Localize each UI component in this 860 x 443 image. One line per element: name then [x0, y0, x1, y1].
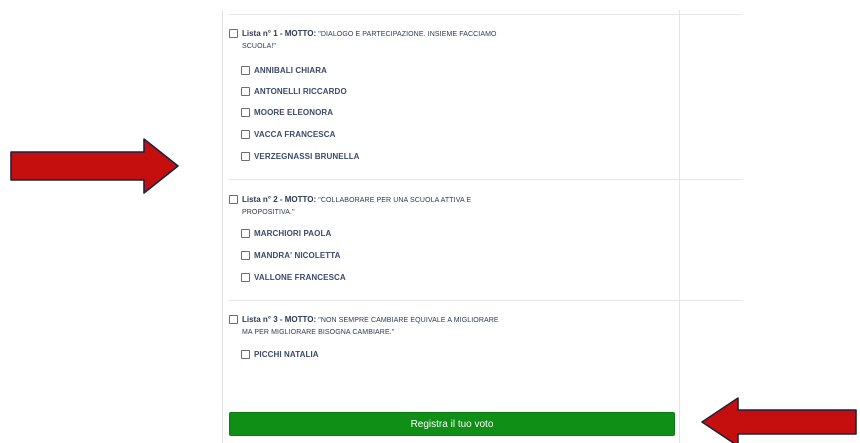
voting-page: Lista n° 1 - MOTTO: "DIALOGO E PARTECIPA… [0, 0, 860, 443]
candidate-option[interactable]: VERZEGNASSI BRUNELLA [241, 152, 360, 161]
candidate-checkbox[interactable] [241, 273, 250, 282]
candidate-name: PICCHI NATALIA [254, 350, 319, 359]
candidate-option[interactable]: ANNIBALI CHIARA [241, 66, 327, 75]
list-2-checkbox[interactable] [229, 195, 238, 204]
candidate-checkbox[interactable] [241, 130, 250, 139]
arrow-left-icon [701, 397, 857, 443]
candidate-option[interactable]: ANTONELLI RICCARDO [241, 87, 347, 96]
list-3-label: Lista n° 3 - MOTTO: [242, 315, 317, 324]
candidate-name: ANNIBALI CHIARA [254, 66, 328, 75]
candidate-option[interactable]: MARCHIORI PAOLA [241, 229, 331, 238]
candidate-name: VERZEGNASSI BRUNELLA [254, 152, 360, 161]
divider [229, 300, 743, 301]
submit-vote-button[interactable]: Registra il tuo voto [229, 412, 675, 436]
list-3-motto-line2: MA PER MIGLIORARE BISOGNA CAMBIARE." [242, 329, 395, 336]
list-2-label: Lista n° 2 - MOTTO: [242, 195, 317, 204]
candidate-checkbox[interactable] [241, 108, 250, 117]
candidate-name: MANDRA' NICOLETTA [254, 251, 341, 260]
candidate-name: ANTONELLI RICCARDO [254, 87, 347, 96]
arrow-right-icon [10, 138, 179, 194]
list-3-checkbox[interactable] [229, 315, 238, 324]
list-2-motto-line2: PROPOSITIVA." [242, 209, 295, 216]
candidate-checkbox[interactable] [241, 66, 250, 75]
candidate-name: MARCHIORI PAOLA [254, 229, 332, 238]
list-1-label: Lista n° 1 - MOTTO: [242, 29, 317, 38]
candidate-option[interactable]: VACCA FRANCESCA [241, 130, 336, 139]
list-3-header[interactable]: Lista n° 3 - MOTTO: "NON SEMPRE CAMBIARE… [229, 314, 529, 338]
candidate-checkbox[interactable] [241, 251, 250, 260]
divider [229, 179, 743, 180]
ballot-panel: Lista n° 1 - MOTTO: "DIALOGO E PARTECIPA… [222, 10, 743, 443]
candidate-name: VACCA FRANCESCA [254, 130, 336, 139]
list-1-motto-line1: "DIALOGO E PARTECIPAZIONE. INSIEME FACCI… [318, 31, 497, 38]
list-2-text: Lista n° 2 - MOTTO: "COLLABORARE PER UNA… [242, 194, 471, 218]
list-1-motto-line2: SCUOLA!" [242, 43, 277, 50]
candidate-option[interactable]: MANDRA' NICOLETTA [241, 251, 341, 260]
candidate-checkbox[interactable] [241, 350, 250, 359]
list-2-header[interactable]: Lista n° 2 - MOTTO: "COLLABORARE PER UNA… [229, 194, 529, 218]
candidate-name: MOORE ELEONORA [254, 108, 334, 117]
list-3-text: Lista n° 3 - MOTTO: "NON SEMPRE CAMBIARE… [242, 314, 499, 338]
divider [229, 14, 743, 15]
candidate-option[interactable]: VALLONE FRANCESCA [241, 273, 346, 282]
list-2-motto-line1: "COLLABORARE PER UNA SCUOLA ATTIVA E [318, 197, 472, 204]
candidate-checkbox[interactable] [241, 152, 250, 161]
candidate-option[interactable]: PICCHI NATALIA [241, 350, 319, 359]
list-3-motto-line1: "NON SEMPRE CAMBIARE EQUIVALE A MIGLIORA… [318, 317, 499, 324]
candidate-name: VALLONE FRANCESCA [254, 273, 346, 282]
candidate-checkbox[interactable] [241, 87, 250, 96]
list-1-header[interactable]: Lista n° 1 - MOTTO: "DIALOGO E PARTECIPA… [229, 28, 529, 52]
list-1-text: Lista n° 1 - MOTTO: "DIALOGO E PARTECIPA… [242, 28, 497, 52]
list-1-checkbox[interactable] [229, 29, 238, 38]
candidate-checkbox[interactable] [241, 229, 250, 238]
candidate-option[interactable]: MOORE ELEONORA [241, 108, 333, 117]
